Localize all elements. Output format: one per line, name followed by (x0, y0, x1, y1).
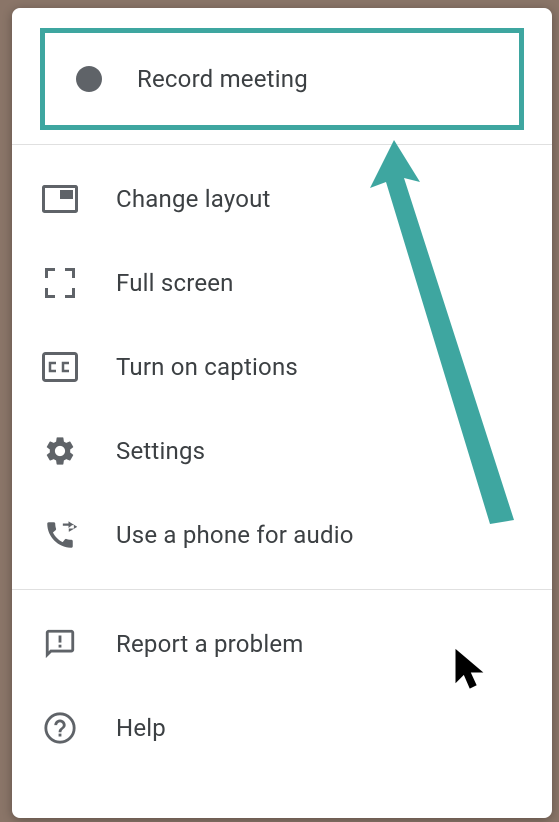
feedback-icon (40, 624, 80, 664)
settings-item[interactable]: Settings (12, 409, 552, 493)
help-item[interactable]: Help (12, 686, 552, 770)
change-layout-item[interactable]: Change layout (12, 157, 552, 241)
phone-audio-label: Use a phone for audio (116, 521, 354, 549)
menu-section-support: Report a problem Help (12, 594, 552, 778)
full-screen-label: Full screen (116, 269, 234, 297)
change-layout-label: Change layout (116, 185, 271, 213)
record-meeting-item[interactable]: Record meeting (40, 28, 524, 130)
fullscreen-icon (40, 263, 80, 303)
report-problem-item[interactable]: Report a problem (12, 602, 552, 686)
captions-icon (40, 347, 80, 387)
gear-icon (40, 431, 80, 471)
captions-label: Turn on captions (116, 353, 298, 381)
record-icon (69, 59, 109, 99)
phone-audio-item[interactable]: Use a phone for audio (12, 493, 552, 577)
options-menu: Record meeting Change layout (12, 8, 552, 818)
menu-section-main: Change layout Full screen (12, 149, 552, 585)
help-icon (40, 708, 80, 748)
divider (12, 144, 552, 145)
settings-label: Settings (116, 437, 205, 465)
record-meeting-label: Record meeting (137, 65, 308, 93)
phone-forward-icon (40, 515, 80, 555)
full-screen-item[interactable]: Full screen (12, 241, 552, 325)
captions-item[interactable]: Turn on captions (12, 325, 552, 409)
report-problem-label: Report a problem (116, 630, 304, 658)
help-label: Help (116, 714, 166, 742)
layout-icon (40, 179, 80, 219)
divider (12, 589, 552, 590)
